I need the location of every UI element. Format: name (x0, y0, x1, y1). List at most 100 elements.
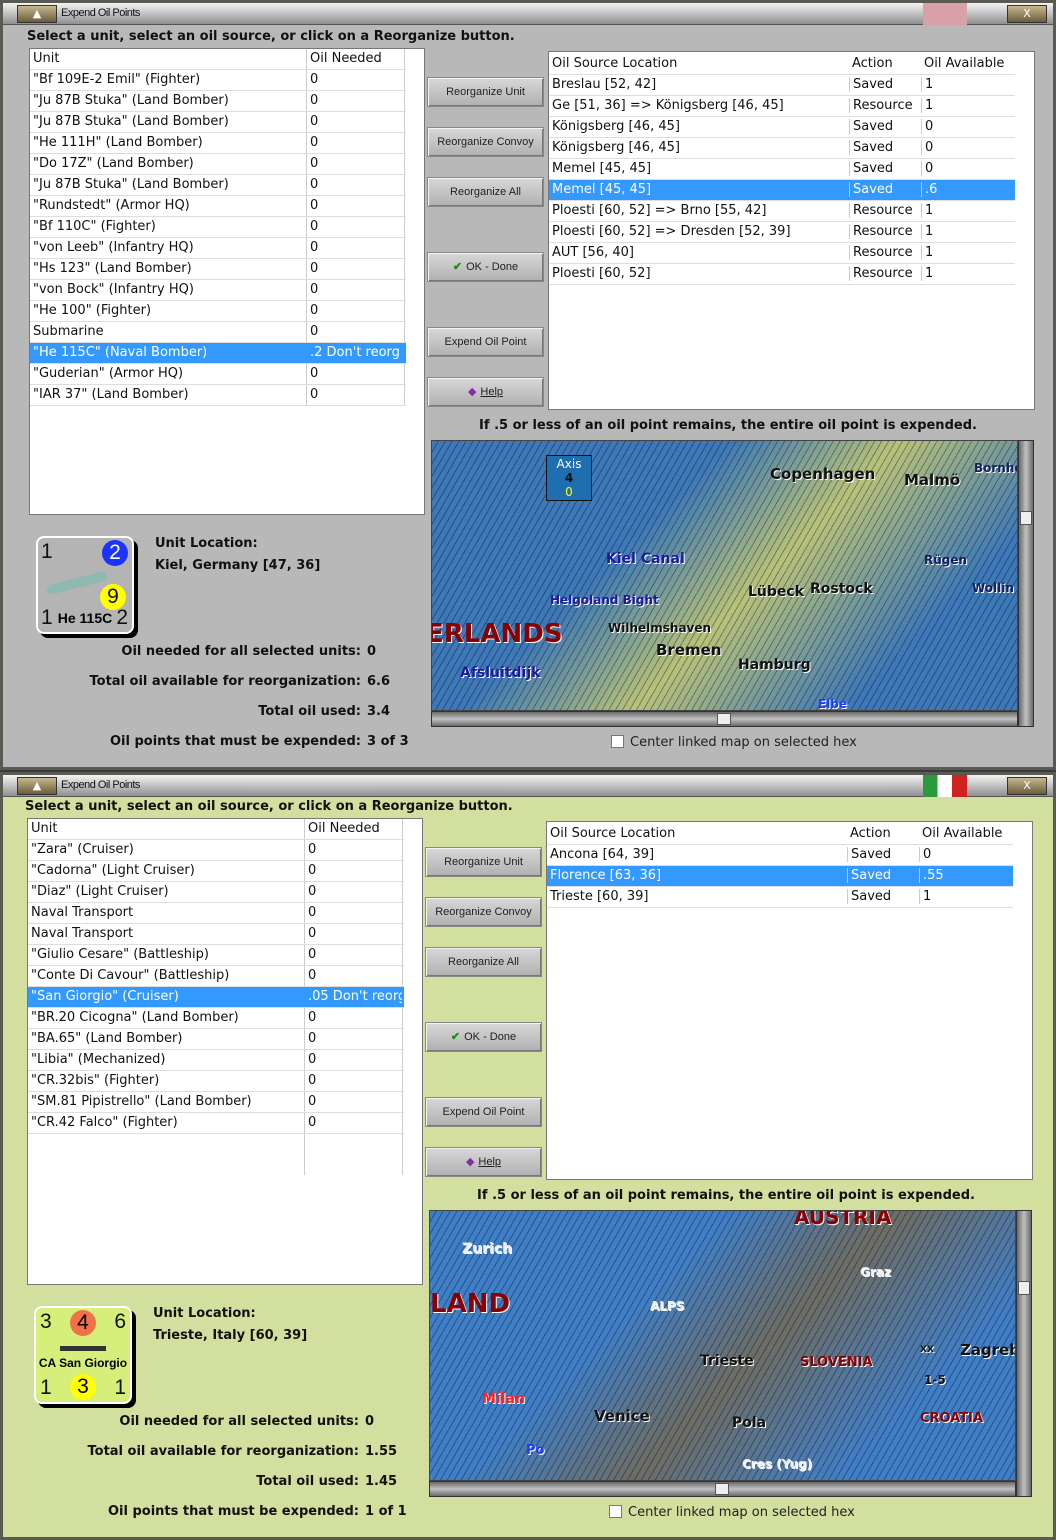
oil-source-row[interactable]: Königsberg [46, 45] Saved 0 (549, 138, 1015, 159)
oil-source-row[interactable]: Trieste [60, 39] Saved 1 (547, 887, 1013, 908)
unit-row[interactable]: "CR.32bis" (Fighter) 0 (28, 1071, 404, 1092)
oil-available: .55 (919, 868, 1013, 883)
column-header-location[interactable]: Oil Source Location (549, 56, 849, 71)
unit-row[interactable]: "Zara" (Cruiser) 0 (28, 840, 404, 861)
column-header-action[interactable]: Action (849, 56, 921, 71)
checkbox-label: Center linked map on selected hex (630, 735, 857, 750)
checkbox-label: Center linked map on selected hex (628, 1505, 855, 1520)
oil-source-row[interactable]: Ploesti [60, 52] => Dresden [52, 39] Reso… (549, 222, 1015, 243)
map-horizontal-scrollbar[interactable] (429, 1481, 1016, 1497)
reorganize-unit-button[interactable]: Reorganize Unit (425, 847, 542, 877)
unit-row[interactable]: "Bf 110C" (Fighter) 0 (30, 217, 406, 238)
unit-row[interactable]: "Giulio Cesare" (Battleship) 0 (28, 945, 404, 966)
column-header-oil-needed[interactable]: Oil Needed (305, 821, 403, 836)
unit-row[interactable]: "He 115C" (Naval Bomber) .2 Don't reorg (30, 343, 406, 364)
column-header-oil-needed[interactable]: Oil Needed (307, 51, 405, 66)
checkbox-box[interactable] (611, 735, 624, 748)
ok-done-button[interactable]: ✔ OK - Done (427, 252, 544, 282)
close-button[interactable]: X (1007, 5, 1047, 23)
oil-stat-label: Oil points that must be expended: (107, 1504, 359, 1519)
unit-row[interactable]: "BA.65" (Land Bomber) 0 (28, 1029, 404, 1050)
oil-source-list[interactable]: Oil Source Location Action Oil Available An… (546, 821, 1033, 1180)
unit-row[interactable]: "Guderian" (Armor HQ) 0 (30, 364, 406, 385)
help-button[interactable]: ◆ Help (427, 377, 544, 407)
oil-needed: 0 (310, 135, 319, 150)
column-header-unit[interactable]: Unit (30, 51, 306, 66)
unit-row[interactable]: "von Leeb" (Infantry HQ) 0 (30, 238, 406, 259)
axis-stack-text: Axis (556, 457, 582, 471)
center-map-checkbox[interactable]: Center linked map on selected hex (611, 735, 857, 750)
map-horizontal-scrollbar[interactable] (431, 711, 1018, 727)
action: Resource (849, 98, 921, 113)
location: Memel [45, 45] (552, 182, 652, 197)
unit-row[interactable]: "Hs 123" (Land Bomber) 0 (30, 259, 406, 280)
unit-row[interactable]: "BR.20 Cicogna" (Land Bomber) 0 (28, 1008, 404, 1029)
unit-row[interactable]: "SM.81 Pipistrello" (Land Bomber) 0 (28, 1092, 404, 1113)
unit-row[interactable]: "Conte Di Cavour" (Battleship) 0 (28, 966, 404, 987)
unit-row[interactable]: "Cadorna" (Light Cruiser) 0 (28, 861, 404, 882)
close-button[interactable]: X (1007, 777, 1047, 795)
map-label: SLOVENIA (800, 1355, 873, 1370)
reorganize-all-button[interactable]: Reorganize All (425, 947, 542, 977)
oil-source-row[interactable]: Ploesti [60, 52] Resource 1 (549, 264, 1015, 285)
unit-row[interactable]: "San Giorgio" (Cruiser) .05 Don't reorg (28, 987, 404, 1008)
linked-map[interactable]: AUSTRIA Zurich Graz LAND ALPS SLOVENIA Zagreb M… (429, 1210, 1016, 1481)
column-header-oil-available[interactable]: Oil Available (919, 826, 1013, 841)
column-header-unit[interactable]: Unit (28, 821, 304, 836)
oil-source-row[interactable]: Ancona [64, 39] Saved 0 (547, 845, 1013, 866)
unit-row[interactable]: "He 100" (Fighter) 0 (30, 301, 406, 322)
oil-needed: 0 (308, 968, 317, 983)
reorganize-convoy-button[interactable]: Reorganize Convoy (427, 127, 544, 157)
column-header-location[interactable]: Oil Source Location (547, 826, 847, 841)
ok-done-button-label: OK - Done (466, 261, 519, 273)
oil-source-row[interactable]: Königsberg [46, 45] Saved 0 (549, 117, 1015, 138)
oil-source-row[interactable]: Breslau [52, 42] Saved 1 (549, 75, 1015, 96)
reorganize-all-button[interactable]: Reorganize All (427, 177, 544, 207)
window-menu-button[interactable]: ▲ (17, 777, 57, 795)
column-header-action[interactable]: Action (847, 826, 919, 841)
checkbox-box[interactable] (609, 1505, 622, 1518)
unit-row[interactable]: Submarine 0 (30, 322, 406, 343)
map-vertical-scrollbar[interactable] (1016, 1210, 1032, 1497)
unit-row[interactable]: "IAR 37" (Land Bomber) 0 (30, 385, 406, 406)
unit-row[interactable]: "Ju 87B Stuka" (Land Bomber) 0 (30, 112, 406, 133)
expend-oil-point-button[interactable]: Expend Oil Point (427, 327, 544, 357)
oil-source-row[interactable]: Ge [51, 36] => Königsberg [46, 45] Resour… (549, 96, 1015, 117)
reorganize-unit-button[interactable]: Reorganize Unit (427, 77, 544, 107)
unit-row[interactable]: "Bf 109E-2 Emil" (Fighter) 0 (30, 70, 406, 91)
unit-list[interactable]: Unit Oil Needed "Bf 109E-2 Emil" (Fighter)… (29, 48, 425, 515)
map-label: AUSTRIA (794, 1210, 892, 1229)
oil-source-row[interactable]: Ploesti [60, 52] => Brno [55, 42] Resourc… (549, 201, 1015, 222)
linked-map[interactable]: Copenhagen Malmö Bornholm Kiel Canal Rügen Lü… (431, 440, 1018, 711)
unit-row[interactable]: "von Bock" (Infantry HQ) 0 (30, 280, 406, 301)
oil-source-row[interactable]: AUT [56, 40] Resource 1 (549, 243, 1015, 264)
help-button[interactable]: ◆ Help (425, 1147, 542, 1177)
unit-list[interactable]: Unit Oil Needed "Zara" (Cruiser) 0 "Cadorna"… (27, 818, 423, 1285)
unit-row[interactable]: "Diaz" (Light Cruiser) 0 (28, 882, 404, 903)
window-title: Expend Oil Points (61, 7, 140, 19)
column-header-oil-available[interactable]: Oil Available (921, 56, 1015, 71)
unit-row[interactable]: "Ju 87B Stuka" (Land Bomber) 0 (30, 91, 406, 112)
window-menu-button[interactable]: ▲ (17, 5, 57, 23)
oil-source-row[interactable]: Memel [45, 45] Saved .6 (549, 180, 1015, 201)
cruiser-icon (60, 1346, 106, 1351)
unit-row[interactable]: "Ju 87B Stuka" (Land Bomber) 0 (30, 175, 406, 196)
unit-row[interactable]: Naval Transport 0 (28, 924, 404, 945)
unit-name: "He 100" (Fighter) (33, 303, 152, 318)
axis-stack-box[interactable]: Axis 4 0 (546, 455, 592, 501)
unit-row[interactable]: "Rundstedt" (Armor HQ) 0 (30, 196, 406, 217)
oil-source-row[interactable]: Florence [63, 36] Saved .55 (547, 866, 1013, 887)
unit-row[interactable]: "Libia" (Mechanized) 0 (28, 1050, 404, 1071)
expend-oil-point-button[interactable]: Expend Oil Point (425, 1097, 542, 1127)
reorganize-convoy-button[interactable]: Reorganize Convoy (425, 897, 542, 927)
unit-row[interactable]: "He 111H" (Land Bomber) 0 (30, 133, 406, 154)
oil-source-row[interactable]: Memel [45, 45] Saved 0 (549, 159, 1015, 180)
oil-source-list[interactable]: Oil Source Location Action Oil Available Br… (548, 51, 1035, 410)
unit-row[interactable]: Naval Transport 0 (28, 903, 404, 924)
ok-done-button[interactable]: ✔ OK - Done (425, 1022, 542, 1052)
map-vertical-scrollbar[interactable] (1018, 440, 1034, 727)
unit-row[interactable]: "CR.42 Falco" (Fighter) 0 (28, 1113, 404, 1134)
unit-row[interactable]: "Do 17Z" (Land Bomber) 0 (30, 154, 406, 175)
center-map-checkbox[interactable]: Center linked map on selected hex (609, 1505, 855, 1520)
unit-name: "Do 17Z" (Land Bomber) (33, 156, 194, 171)
